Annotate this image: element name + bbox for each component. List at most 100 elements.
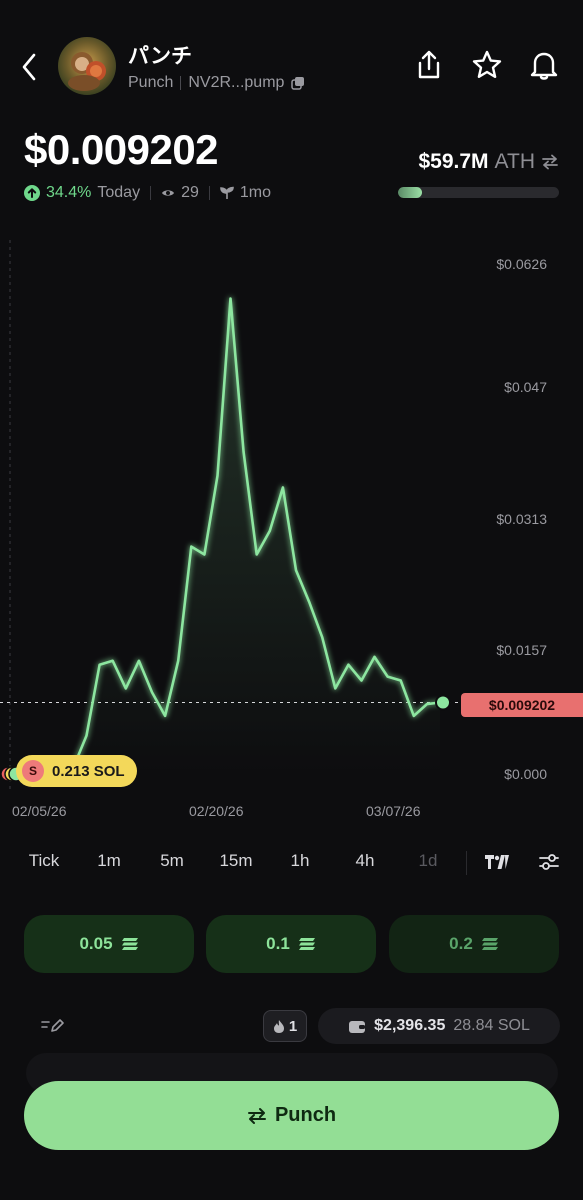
current-price-tag: $0.009202 (461, 693, 583, 717)
current-price-dot (435, 694, 451, 711)
data-point (321, 636, 323, 638)
solana-icon (298, 938, 315, 950)
sell-badge: S (22, 760, 44, 782)
divider (208, 186, 210, 200)
token-address[interactable]: NV2R...pump (188, 74, 284, 92)
data-point (190, 545, 193, 548)
ath-progress-bar (398, 187, 559, 198)
y-tick-label: $0.0626 (496, 256, 547, 272)
y-tick-label: $0.0157 (496, 642, 547, 658)
swap-icon (247, 1107, 266, 1124)
ath-label: ATH (494, 150, 535, 173)
data-point (255, 553, 258, 556)
price-stats: 34.4% Today 29 1mo (24, 184, 271, 202)
data-point (386, 675, 389, 678)
divider (180, 76, 182, 90)
data-point (151, 691, 153, 694)
sprout-icon (220, 186, 234, 199)
price-change: 34.4% (46, 184, 92, 201)
trade-marker-pill[interactable]: S 0.213 SOL (16, 755, 137, 787)
edit-icon[interactable] (40, 1014, 64, 1036)
market-cap-value: $59.7M (418, 150, 489, 173)
trade-amount: 0.213 SOL (52, 762, 125, 780)
swap-icon (542, 154, 558, 170)
token-subtitle: Punch NV2R...pump (128, 74, 305, 92)
data-point (413, 715, 415, 717)
arrow-up-circle-icon (24, 185, 40, 201)
timeframe-1h[interactable]: 1h (291, 851, 310, 871)
chart-canvas[interactable] (0, 230, 583, 830)
wallet-icon (349, 1020, 366, 1033)
market-cap[interactable]: $59.7M ATH (419, 150, 560, 174)
data-point (177, 660, 179, 662)
quick-buy-button[interactable]: 0.05 (24, 915, 194, 973)
punch-button-label: Punch (274, 1104, 337, 1126)
token-avatar (58, 37, 116, 95)
token-name: パンチ (128, 45, 193, 68)
alert-button[interactable] (527, 48, 561, 82)
data-point (399, 679, 402, 682)
data-point (229, 297, 232, 300)
tradingview-icon[interactable] (484, 853, 510, 871)
change-period: Today (97, 184, 141, 201)
wallet-balance[interactable]: $2,396.35 28.84 SOL (318, 1008, 560, 1044)
priority-badge[interactable]: 1 (263, 1010, 307, 1042)
quick-buy-amount: 0.1 (266, 934, 290, 953)
data-point (138, 660, 140, 662)
data-point (85, 734, 88, 737)
share-icon (418, 50, 440, 79)
star-icon (472, 50, 502, 78)
data-point (203, 553, 206, 556)
data-point (216, 474, 219, 477)
bell-icon (530, 52, 558, 80)
timeframe-15m[interactable]: 15m (219, 851, 252, 871)
data-point (334, 687, 337, 690)
token-age: 1mo (239, 184, 271, 201)
quick-buy-button[interactable]: 0.2 (389, 915, 559, 973)
data-point (242, 451, 245, 453)
favorite-button[interactable] (470, 48, 504, 82)
priority-count: 1 (288, 1017, 298, 1035)
data-point (308, 600, 310, 603)
price-chart[interactable] (0, 230, 583, 830)
wallet-sol: 28.84 SOL (453, 1017, 530, 1034)
back-button[interactable] (14, 50, 44, 84)
timeframe-4h[interactable]: 4h (356, 851, 375, 871)
flame-icon (273, 1019, 284, 1033)
solana-icon (121, 938, 138, 950)
x-tick-label: 02/05/26 (12, 803, 67, 819)
copy-icon[interactable] (291, 76, 305, 90)
y-tick-label: $0.047 (504, 379, 547, 395)
data-point (164, 715, 166, 717)
token-symbol: Punch (128, 74, 174, 91)
timeframe-tick[interactable]: Tick (29, 851, 60, 871)
solana-icon (481, 938, 498, 950)
y-tick-label: $0.0313 (496, 511, 547, 527)
timeframe-1m[interactable]: 1m (97, 851, 121, 871)
data-point (295, 569, 297, 572)
chevron-left-icon (22, 53, 36, 81)
wallet-usd: $2,396.35 (374, 1017, 446, 1034)
quick-buy-amount: 0.05 (79, 934, 113, 953)
eye-icon (162, 190, 175, 196)
data-point (111, 660, 114, 662)
data-point (269, 530, 271, 532)
data-point (125, 687, 127, 690)
data-point (347, 663, 350, 666)
token-price: $0.009202 (24, 126, 219, 173)
sliders-icon[interactable] (538, 851, 560, 873)
timeframe-5m[interactable]: 5m (160, 851, 184, 871)
share-button[interactable] (412, 48, 446, 82)
data-point (373, 656, 376, 658)
divider (150, 186, 152, 200)
timeframe-1d[interactable]: 1d (419, 851, 438, 871)
ath-progress-fill (398, 187, 423, 198)
x-tick-label: 02/20/26 (189, 803, 244, 819)
data-point (282, 486, 284, 489)
watchers-count: 29 (181, 184, 199, 201)
quick-buy-amount: 0.2 (449, 934, 473, 953)
divider (466, 851, 467, 875)
punch-trade-button[interactable]: Punch (24, 1081, 559, 1150)
y-tick-label: $0.000 (504, 766, 547, 782)
quick-buy-button[interactable]: 0.1 (206, 915, 376, 973)
